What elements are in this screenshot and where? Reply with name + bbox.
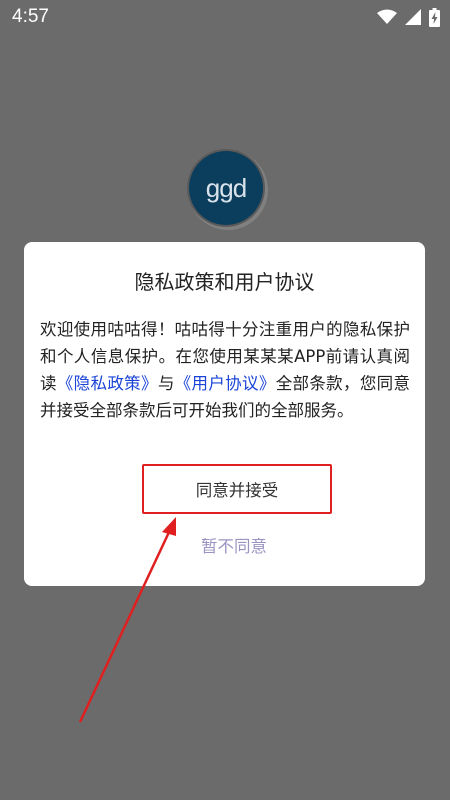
- wifi-icon: [377, 9, 397, 25]
- status-icons: [377, 7, 440, 27]
- screen: 4:57 ggd 隐私政策和用户协议 欢迎使用咕咕得！咕咕得十分注重用户的隐私保…: [0, 0, 450, 800]
- dialog-body: 欢迎使用咕咕得！咕咕得十分注重用户的隐私保护和个人信息保护。在您使用某某某APP…: [40, 316, 410, 424]
- privacy-policy-link[interactable]: 《隐私政策》: [57, 374, 158, 393]
- agree-button[interactable]: 同意并接受: [142, 464, 332, 514]
- disagree-button[interactable]: 暂不同意: [174, 530, 294, 560]
- battery-charging-icon: [429, 7, 440, 27]
- status-time: 4:57: [12, 6, 49, 27]
- status-bar: 4:57: [0, 0, 450, 32]
- app-logo-text: ggd: [205, 172, 247, 203]
- app-logo: ggd: [189, 151, 263, 225]
- privacy-dialog: 隐私政策和用户协议 欢迎使用咕咕得！咕咕得十分注重用户的隐私保护和个人信息保护。…: [24, 242, 425, 586]
- user-agreement-link[interactable]: 《用户协议》: [175, 374, 276, 393]
- body-connector: 与: [157, 374, 175, 393]
- signal-icon: [405, 9, 421, 25]
- dialog-title: 隐私政策和用户协议: [134, 270, 315, 294]
